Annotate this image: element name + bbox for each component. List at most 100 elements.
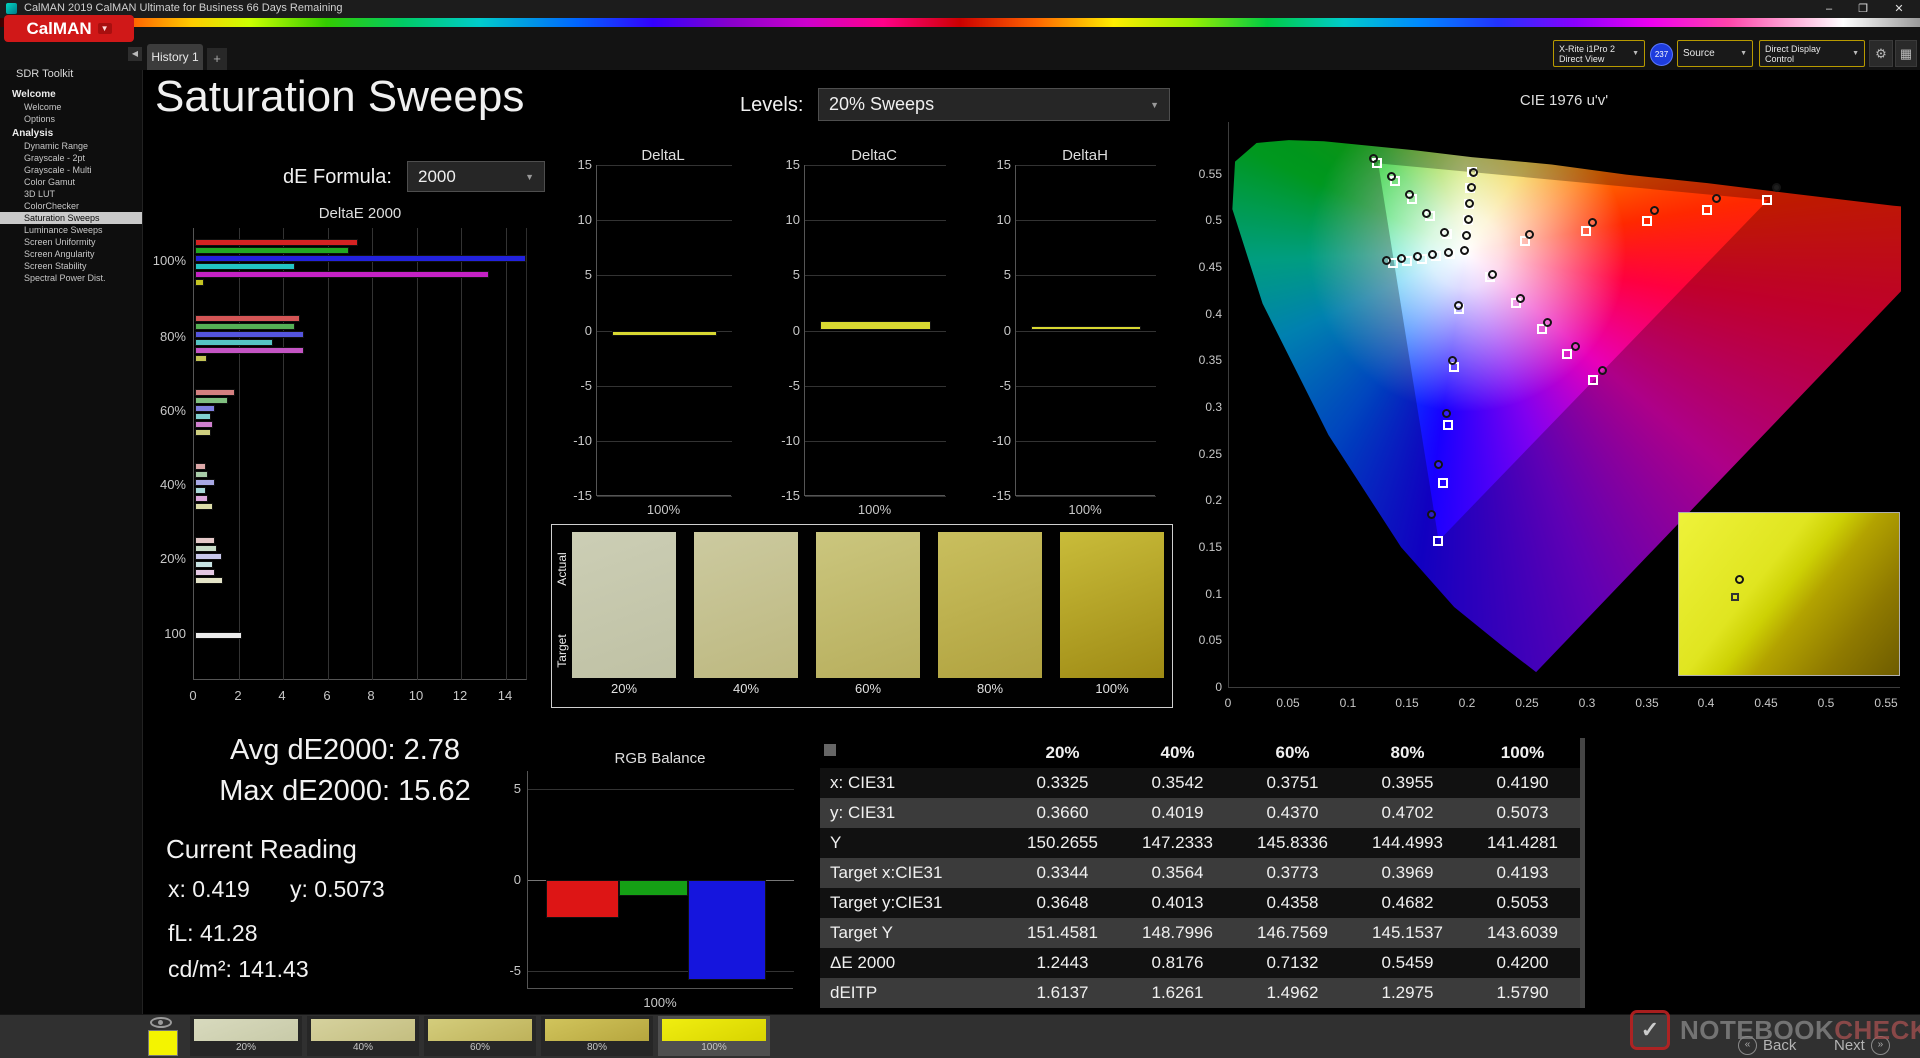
sidebar-item-saturation-sweeps[interactable]: Saturation Sweeps xyxy=(0,212,142,224)
cie-y-tick: 0.15 xyxy=(1198,540,1222,554)
table-scrollbar[interactable] xyxy=(1580,738,1585,1008)
sidebar-item-dynamic-range[interactable]: Dynamic Range xyxy=(0,140,142,152)
levels-dropdown[interactable]: 20% Sweeps ▼ xyxy=(818,88,1170,121)
de2000-bar xyxy=(195,470,209,478)
table-header-row: 20% 40% 60% 80% 100% xyxy=(820,738,1580,768)
close-button[interactable]: ✕ xyxy=(1882,0,1916,18)
de2000-bar xyxy=(195,322,296,330)
sidebar-group-analysis[interactable]: Analysis xyxy=(0,125,142,140)
gear-icon[interactable]: ⚙ xyxy=(1869,40,1893,67)
page-title: Saturation Sweeps xyxy=(155,72,525,121)
sidebar-item-options[interactable]: Options xyxy=(0,113,142,125)
de2000-bar xyxy=(195,576,223,584)
delta-y-tick: -15 xyxy=(781,488,800,503)
back-button[interactable]: « Back xyxy=(1738,1036,1796,1055)
de2000-bar xyxy=(195,544,218,552)
bottom-tile-60%[interactable]: 60% xyxy=(424,1016,536,1056)
table-cell: 0.3969 xyxy=(1381,863,1434,882)
meter-reading-badge[interactable]: 237 xyxy=(1650,43,1673,66)
de2000-bar xyxy=(195,338,273,346)
current-reading-cdm2: cd/m²: 141.43 xyxy=(168,956,309,982)
table-cell: 0.4193 xyxy=(1496,863,1549,882)
display-control-dropdown[interactable]: Direct Display Control ▼ xyxy=(1759,40,1865,67)
deltal-x-label: 100% xyxy=(646,502,681,517)
de2000-group-label: 80% xyxy=(159,329,186,344)
table-row-label: dEITP xyxy=(830,983,878,1002)
gridline xyxy=(283,228,285,680)
de2000-x-tick: 14 xyxy=(497,688,513,703)
source-dropdown[interactable]: Source ▼ xyxy=(1677,40,1753,67)
bottom-tile-20%[interactable]: 20% xyxy=(190,1016,302,1056)
sidebar-group-welcome[interactable]: Welcome xyxy=(0,86,142,101)
bottom-tile-80%[interactable]: 80% xyxy=(541,1016,653,1056)
max-de2000: Max dE2000: 15.62 xyxy=(219,775,471,807)
sidebar-collapse-button[interactable]: ◀ xyxy=(128,47,142,61)
sidebar-item-welcome[interactable]: Welcome xyxy=(0,101,142,113)
current-color-swatch[interactable] xyxy=(148,1030,178,1056)
table-row: Y 150.2655 147.2333 145.8336 144.4993 141.428… xyxy=(820,828,1580,858)
next-button[interactable]: Next » xyxy=(1834,1036,1890,1055)
cie-inset-measurement-marker xyxy=(1735,575,1744,584)
sidebar-item-screen-stability[interactable]: Screen Stability xyxy=(0,260,142,272)
de-formula-dropdown[interactable]: 2000 ▼ xyxy=(407,161,545,192)
bottom-tile-100%[interactable]: 100% xyxy=(658,1016,770,1056)
sidebar-item-grayscale-multi[interactable]: Grayscale - Multi xyxy=(0,164,142,176)
rgb-x-label: 100% xyxy=(643,995,677,1010)
de2000-group-label: 40% xyxy=(159,477,186,492)
de2000-bar xyxy=(195,254,526,262)
de2000-bar xyxy=(195,246,349,254)
table-cell: 0.4200 xyxy=(1496,953,1549,972)
delta-y-tick: -5 xyxy=(999,378,1011,393)
cie-y-tick: 0.2 xyxy=(1205,493,1222,507)
deltah-chart-title: DeltaH xyxy=(1062,147,1108,164)
de2000-x-tick: 10 xyxy=(408,688,424,703)
current-reading-fl: fL: 41.28 xyxy=(168,920,258,946)
sidebar-item-color-gamut[interactable]: Color Gamut xyxy=(0,176,142,188)
sidebar-tree: Welcome Welcome Options Analysis Dynamic Ran… xyxy=(0,86,142,284)
sidebar-item-luminance-sweeps[interactable]: Luminance Sweeps xyxy=(0,224,142,236)
gridline xyxy=(805,385,946,387)
tab-history-1[interactable]: History 1 xyxy=(147,44,203,70)
cie-measurement-marker xyxy=(1467,183,1476,192)
chevron-down-icon: ▼ xyxy=(1150,99,1159,110)
sidebar-item-grayscale-2pt[interactable]: Grayscale - 2pt xyxy=(0,152,142,164)
cie-measurement-marker xyxy=(1397,254,1406,263)
gridline xyxy=(1016,220,1156,222)
sidebar-item-screen-uniformity[interactable]: Screen Uniformity xyxy=(0,236,142,248)
delta-y-tick: -5 xyxy=(580,378,592,393)
table-header-cell: 40% xyxy=(1160,743,1195,762)
meter-dropdown[interactable]: X-Rite i1Pro 2 Direct View ▼ xyxy=(1553,40,1645,67)
delta-y-tick: 5 xyxy=(584,267,592,282)
layout-icon[interactable]: ▦ xyxy=(1895,40,1917,67)
maximize-button[interactable]: ❐ xyxy=(1846,0,1880,18)
delta-bar xyxy=(612,330,717,336)
calman-logo-button[interactable]: CalMAN ▼ xyxy=(4,15,134,42)
table-cell: 0.8176 xyxy=(1151,953,1204,972)
de2000-group-label: 60% xyxy=(159,403,186,418)
table-cell: 151.4581 xyxy=(1027,923,1098,942)
add-tab-button[interactable]: + xyxy=(207,48,227,70)
tile-swatch xyxy=(662,1019,766,1041)
de2000-bar xyxy=(195,270,489,278)
delta-y-tick: 0 xyxy=(584,323,592,338)
sidebar-item-spectral-power-dist-[interactable]: Spectral Power Dist. xyxy=(0,272,142,284)
cie-measurement-marker xyxy=(1598,366,1607,375)
de-summary: Avg dE2000: 2.78 Max dE2000: 15.62 xyxy=(150,730,540,812)
chevron-down-icon: ▼ xyxy=(1632,50,1639,57)
bottom-tile-40%[interactable]: 40% xyxy=(307,1016,419,1056)
table-row: dEITP 1.6137 1.6261 1.4962 1.2975 1.5790 xyxy=(820,978,1580,1008)
minimize-button[interactable]: – xyxy=(1812,0,1846,18)
sidebar-title: SDR Toolkit xyxy=(16,68,74,80)
table-cell: 145.8336 xyxy=(1257,833,1328,852)
sidebar-item-3d-lut[interactable]: 3D LUT xyxy=(0,188,142,200)
gridline xyxy=(1016,385,1156,387)
swatch-20% xyxy=(572,532,676,678)
cie-measurement-marker xyxy=(1650,206,1659,215)
sidebar-item-colorchecker[interactable]: ColorChecker xyxy=(0,200,142,212)
cie-measurement-marker xyxy=(1442,409,1451,418)
gridline xyxy=(1016,275,1156,277)
cie-measurement-marker xyxy=(1454,301,1463,310)
gridline xyxy=(1016,165,1156,166)
sidebar-item-screen-angularity[interactable]: Screen Angularity xyxy=(0,248,142,260)
cie-x-tick: 0.3 xyxy=(1578,696,1596,710)
